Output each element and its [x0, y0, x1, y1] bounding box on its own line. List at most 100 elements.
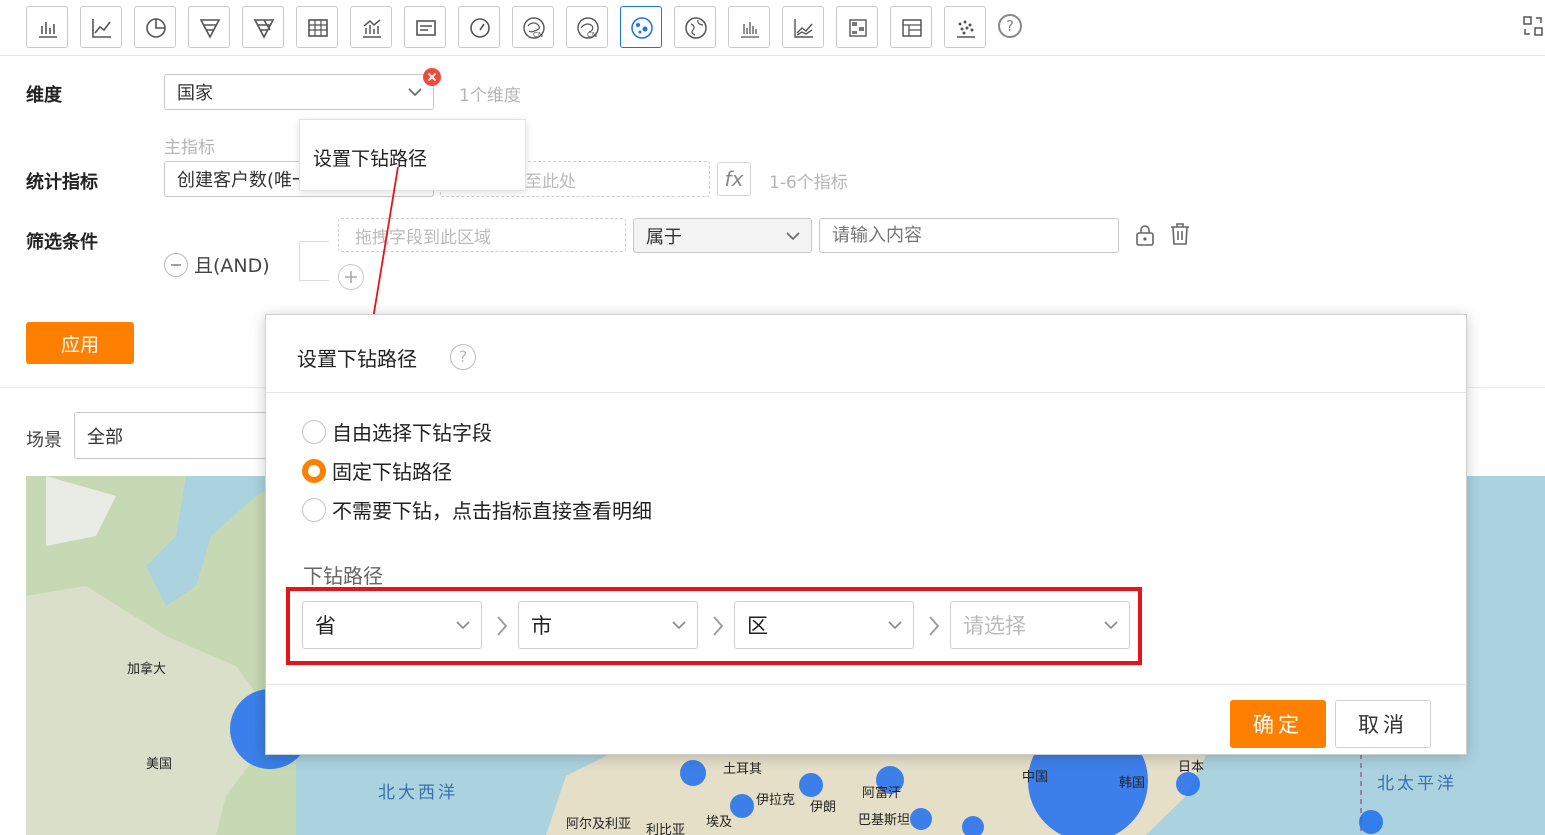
line-chart-icon[interactable] — [80, 6, 122, 48]
radio-circle-checked[interactable] — [302, 458, 326, 483]
china-map-icon[interactable]: CN — [512, 6, 554, 48]
radio-circle[interactable] — [302, 419, 326, 444]
dialog-footer-divider — [266, 684, 1466, 685]
map-label: 阿尔及利亚 — [566, 817, 632, 832]
chevron-down-icon — [408, 88, 422, 97]
column-icon[interactable] — [728, 6, 770, 48]
dialog-header: 设置下钻路径 ? — [266, 315, 1466, 393]
scene-select[interactable]: 全部 — [74, 412, 274, 459]
map-bubble[interactable] — [962, 816, 984, 835]
chevron-right-icon — [497, 616, 508, 636]
metric-label: 统计指标 — [26, 172, 98, 193]
map-label: 土耳其 — [723, 762, 763, 777]
map-label: 日本 — [1178, 760, 1205, 775]
chevron-down-icon — [1104, 621, 1118, 630]
metric-value: 创建客户数(唯一 — [177, 170, 311, 191]
apply-button[interactable]: 应用 — [26, 322, 134, 364]
map-label: 阿富汗 — [862, 786, 902, 801]
scene-value: 全部 — [87, 426, 123, 448]
radio-label: 不需要下钻，点击指标直接查看明细 — [332, 499, 652, 523]
table-icon[interactable] — [296, 6, 338, 48]
radio-label: 固定下钻路径 — [332, 460, 452, 484]
cancel-button[interactable]: 取消 — [1335, 700, 1431, 748]
filter-operator-select[interactable]: 属于 — [633, 218, 812, 253]
map-bubble[interactable] — [910, 808, 932, 830]
chevron-down-icon — [888, 621, 902, 630]
path-value: 区 — [747, 614, 768, 638]
path-select-district[interactable]: 区 — [734, 601, 914, 649]
map-bubble[interactable] — [730, 794, 754, 818]
main-metric-label: 主指标 — [164, 138, 215, 158]
map-bubble[interactable] — [680, 760, 706, 786]
trash-icon[interactable] — [1169, 222, 1191, 250]
drilldown-path-label: 下钻路径 — [303, 564, 383, 588]
filter-operator-value: 属于 — [646, 226, 682, 248]
path-select-province[interactable]: 省 — [302, 601, 482, 649]
chevron-down-icon — [456, 621, 470, 630]
map-label: 巴基斯坦 — [858, 813, 911, 828]
map-label: 加拿大 — [127, 662, 167, 677]
map-label: 埃及 — [706, 815, 733, 830]
radio-circle[interactable] — [302, 497, 326, 522]
map-label: 利比亚 — [646, 823, 686, 835]
dimension-value: 国家 — [177, 83, 213, 104]
metric-hint: 1-6个指标 — [769, 173, 848, 193]
cn-badge: CN — [533, 31, 543, 39]
world-map-bubble-icon[interactable] — [620, 6, 662, 48]
dialog-help-icon[interactable]: ? — [450, 344, 476, 370]
dimension-label: 维度 — [26, 85, 62, 106]
radio-free-select[interactable]: 自由选择下钻字段 — [302, 417, 492, 446]
combo-chart-icon[interactable] — [350, 6, 392, 48]
lock-icon[interactable] — [1134, 223, 1156, 251]
path-select-next[interactable]: 请选择 — [950, 601, 1130, 649]
dimension-select[interactable]: 国家 — [164, 74, 434, 110]
china-map-alt-icon[interactable]: CN — [566, 6, 608, 48]
filter-label: 筛选条件 — [26, 232, 98, 253]
map-label: 美国 — [146, 757, 173, 772]
pie-chart-icon[interactable] — [134, 6, 176, 48]
map-bubble[interactable] — [1176, 772, 1200, 796]
heatmap-table-icon[interactable] — [836, 6, 878, 48]
funnel-icon[interactable] — [188, 6, 230, 48]
path-value: 省 — [315, 614, 336, 638]
map-label: 中国 — [1022, 770, 1049, 785]
bar-chart-icon[interactable] — [26, 6, 68, 48]
filter-value-input[interactable] — [819, 218, 1119, 253]
map-label: 韩国 — [1119, 776, 1146, 791]
radio-fixed-path[interactable]: 固定下钻路径 — [302, 456, 452, 485]
remove-dimension-icon[interactable] — [423, 68, 441, 86]
area-chart-icon[interactable] — [782, 6, 824, 48]
scatter-icon[interactable] — [944, 6, 986, 48]
radio-label: 自由选择下钻字段 — [332, 421, 492, 445]
filter-group-bracket — [299, 241, 329, 281]
gauge-icon[interactable] — [458, 6, 500, 48]
funnel-alt-icon[interactable] — [242, 6, 284, 48]
map-label: 北太平洋 — [1377, 774, 1457, 794]
chevron-right-icon — [929, 616, 940, 636]
globe-icon[interactable] — [674, 6, 716, 48]
radio-no-drilldown[interactable]: 不需要下钻，点击指标直接查看明细 — [302, 495, 652, 524]
chart-type-toolbar: CN CN ? — [0, 0, 1545, 56]
collapse-filter-icon[interactable] — [164, 253, 188, 277]
formula-button[interactable]: fx — [717, 162, 751, 196]
drilldown-tooltip: 设置下钻路径 — [299, 119, 526, 191]
help-icon[interactable]: ? — [998, 14, 1022, 38]
path-select-city[interactable]: 市 — [518, 601, 698, 649]
pivot-table-icon[interactable] — [890, 6, 932, 48]
dialog-title: 设置下钻路径 — [297, 347, 417, 371]
filter-logic[interactable]: 且(AND) — [194, 251, 270, 278]
map-bubble[interactable] — [799, 773, 823, 797]
map-label: 伊拉克 — [756, 793, 796, 808]
drilldown-path-dialog: 设置下钻路径 ? 自由选择下钻字段 固定下钻路径 不需要下钻，点击指标直接查看明… — [265, 314, 1467, 755]
confirm-button[interactable]: 确定 — [1230, 700, 1326, 748]
dimension-hint: 1个维度 — [459, 86, 521, 106]
text-card-icon[interactable] — [404, 6, 446, 48]
expand-icon[interactable] — [1522, 14, 1544, 42]
cn-badge: CN — [587, 31, 597, 39]
map-label: 伊朗 — [810, 800, 837, 815]
chevron-down-icon — [786, 231, 800, 240]
map-bubble[interactable] — [1359, 810, 1383, 834]
path-placeholder: 请选择 — [963, 614, 1026, 638]
path-value: 市 — [531, 614, 552, 638]
scene-label: 场景 — [26, 430, 62, 451]
